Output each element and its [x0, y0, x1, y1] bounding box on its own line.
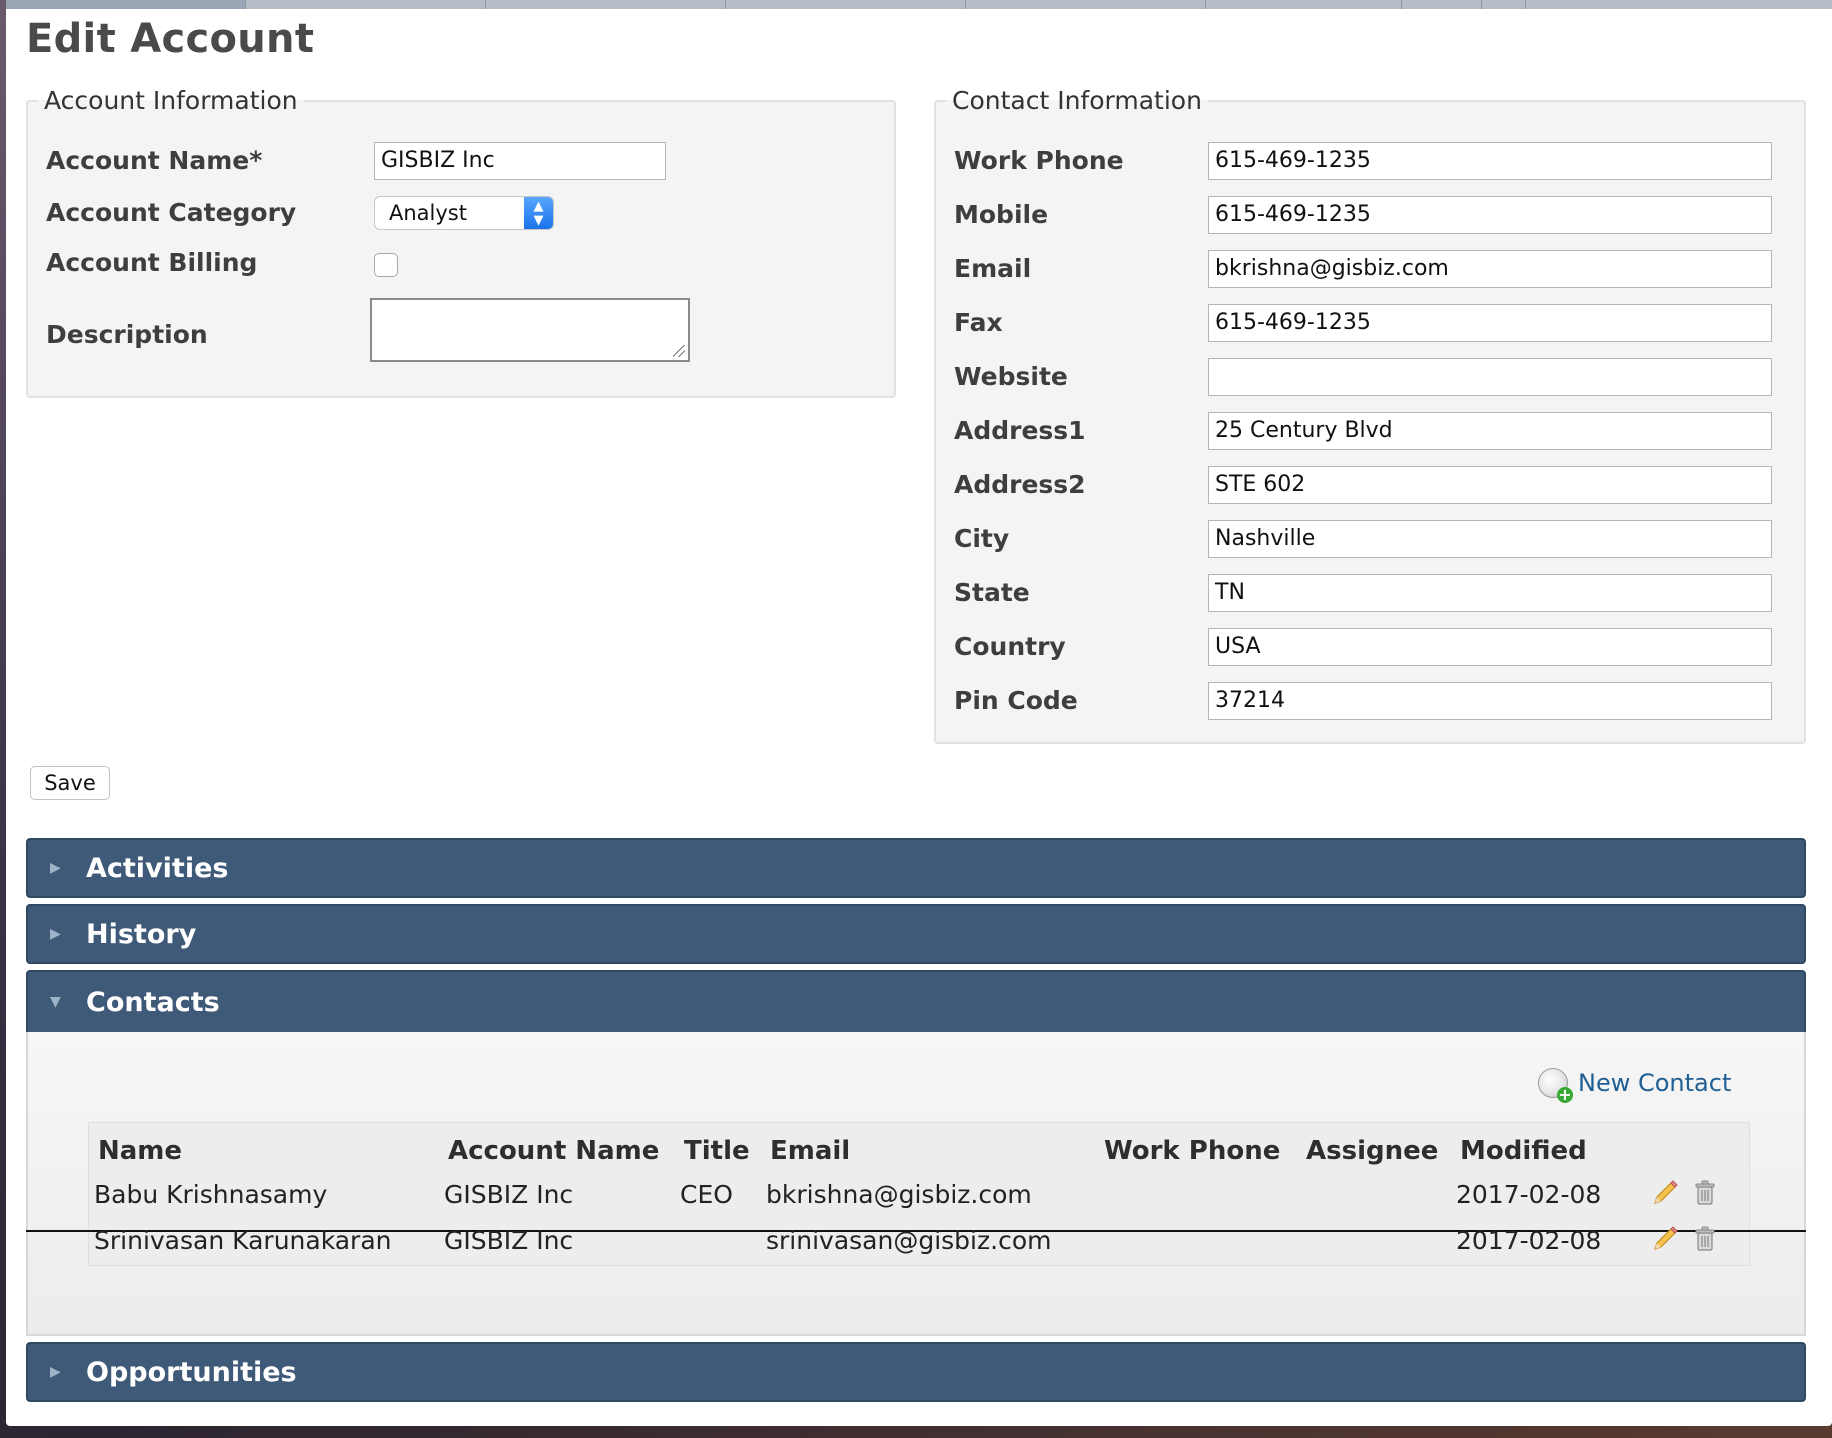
column-header-modified[interactable]: Modified	[1460, 1136, 1587, 1166]
work-phone-input[interactable]: 615-469-1235	[1208, 142, 1772, 180]
account-category-label: Account Category	[46, 198, 297, 227]
save-button[interactable]: Save	[30, 766, 110, 800]
website-input[interactable]	[1208, 358, 1772, 396]
caret-down-icon: ▼	[50, 994, 61, 1010]
account-name-input[interactable]: GISBIZ Inc	[374, 142, 666, 180]
city-label: City	[954, 524, 1010, 553]
account-category-select[interactable]: Analyst ▲ ▼	[374, 196, 554, 230]
address1-label: Address1	[954, 416, 1086, 445]
column-header-assignee[interactable]: Assignee	[1306, 1136, 1438, 1166]
fax-label: Fax	[954, 308, 1003, 337]
city-input[interactable]: Nashville	[1208, 520, 1772, 558]
panel-header-activities[interactable]: ▶ Activities	[26, 838, 1806, 898]
website-label: Website	[954, 362, 1068, 391]
panel-title-activities: Activities	[86, 853, 229, 884]
caret-right-icon: ▶	[50, 1364, 61, 1380]
pencil-icon[interactable]	[1650, 1224, 1680, 1254]
country-label: Country	[954, 632, 1066, 661]
pin-code-label: Pin Code	[954, 686, 1078, 715]
state-label: State	[954, 578, 1030, 607]
account-name-label: Account Name*	[46, 146, 263, 175]
browser-tab[interactable]	[966, 0, 1206, 9]
panel-title-opportunities: Opportunities	[86, 1357, 297, 1388]
panel-header-opportunities[interactable]: ▶ Opportunities	[26, 1342, 1806, 1402]
contact-account-name: GISBIZ Inc	[444, 1226, 574, 1255]
contact-account-name: GISBIZ Inc	[444, 1180, 574, 1209]
account-information-legend: Account Information	[44, 86, 298, 115]
contact-information-legend: Contact Information	[952, 86, 1202, 115]
caret-right-icon: ▶	[50, 926, 61, 942]
email-input[interactable]: bkrishna@gisbiz.com	[1208, 250, 1772, 288]
description-textarea[interactable]	[370, 298, 690, 362]
browser-tab[interactable]	[1482, 0, 1526, 9]
resize-grip-icon[interactable]	[673, 345, 685, 357]
pin-code-input[interactable]: 37214	[1208, 682, 1772, 720]
caret-right-icon: ▶	[50, 860, 61, 876]
account-billing-checkbox[interactable]	[374, 253, 398, 277]
new-contact-link[interactable]: New Contact	[1538, 1066, 1732, 1103]
contact-title: CEO	[680, 1180, 733, 1209]
contact-modified: 2017-02-08	[1456, 1180, 1602, 1209]
contact-name[interactable]: Srinivasan Karunakaran	[94, 1226, 392, 1255]
description-label: Description	[46, 320, 208, 349]
contact-email: bkrishna@gisbiz.com	[766, 1180, 1032, 1209]
panel-title-history: History	[86, 919, 197, 950]
app-window: Edit Account Account Information Account…	[6, 0, 1832, 1426]
address1-input[interactable]: 25 Century Blvd	[1208, 412, 1772, 450]
browser-tab[interactable]	[6, 0, 246, 9]
mobile-label: Mobile	[954, 200, 1049, 229]
panel-header-history[interactable]: ▶ History	[26, 904, 1806, 964]
browser-tab-strip	[6, 0, 1832, 9]
column-header-name[interactable]: Name	[98, 1136, 182, 1166]
contact-email: srinivasan@gisbiz.com	[766, 1226, 1052, 1255]
page-title: Edit Account	[26, 16, 315, 62]
address2-label: Address2	[954, 470, 1086, 499]
pencil-icon[interactable]	[1650, 1178, 1680, 1208]
country-input[interactable]: USA	[1208, 628, 1772, 666]
contact-modified: 2017-02-08	[1456, 1226, 1602, 1255]
account-billing-label: Account Billing	[46, 248, 258, 277]
new-contact-label: New Contact	[1578, 1069, 1732, 1097]
contact-name[interactable]: Babu Krishnasamy	[94, 1180, 327, 1209]
select-arrows-icon: ▲ ▼	[524, 197, 553, 229]
column-header-email[interactable]: Email	[770, 1136, 850, 1166]
account-category-value: Analyst	[389, 201, 467, 225]
column-header-title[interactable]: Title	[684, 1136, 750, 1166]
browser-tab[interactable]	[726, 0, 966, 9]
fax-input[interactable]: 615-469-1235	[1208, 304, 1772, 342]
column-header-account-name[interactable]: Account Name	[448, 1136, 659, 1166]
mobile-input[interactable]: 615-469-1235	[1208, 196, 1772, 234]
work-phone-label: Work Phone	[954, 146, 1124, 175]
add-contact-icon	[1538, 1068, 1573, 1103]
address2-input[interactable]: STE 602	[1208, 466, 1772, 504]
browser-tab[interactable]	[246, 0, 486, 9]
panel-header-contacts[interactable]: ▼ Contacts	[26, 970, 1806, 1034]
browser-tab[interactable]	[1206, 0, 1402, 9]
panel-title-contacts: Contacts	[86, 987, 220, 1018]
column-header-work-phone[interactable]: Work Phone	[1104, 1136, 1280, 1166]
email-label: Email	[954, 254, 1032, 283]
trash-icon[interactable]	[1690, 1178, 1720, 1208]
trash-icon[interactable]	[1690, 1224, 1720, 1254]
browser-tab[interactable]	[486, 0, 726, 9]
state-input[interactable]: TN	[1208, 574, 1772, 612]
browser-tab[interactable]	[1402, 0, 1482, 9]
